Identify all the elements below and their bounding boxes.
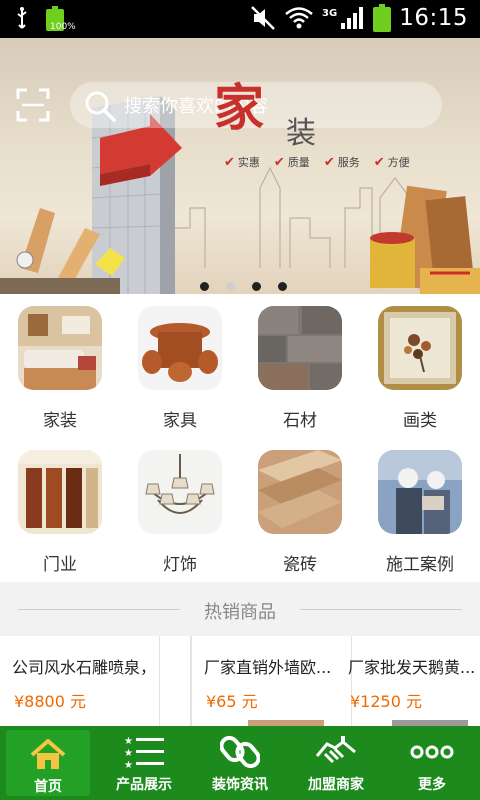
battery-percent: 100% [50,22,76,32]
product-price: ¥1250 元 [350,692,422,711]
stone-thumb [258,306,342,390]
category-label: 施工案例 [386,555,454,575]
link-icon [218,732,262,772]
search-icon [85,91,116,122]
nav-home[interactable]: 首页 [6,730,90,796]
battery-icon [373,4,392,32]
banner-headline-char1: 家 [214,78,264,137]
category-grid: 家装 家具 石材 画类 门业 灯饰 瓷砖 施工案例 [0,294,480,582]
banner-headline-char2: 装 [286,116,316,151]
check-icon: ✔ [273,154,285,170]
check-icon: ✔ [323,154,335,170]
nav-products[interactable]: ★ ★ ★ 产品展示 [96,726,192,800]
svg-text:★: ★ [124,748,133,759]
category-stone[interactable]: 石材 [240,294,360,438]
divider [190,636,192,726]
carousel-dot[interactable] [252,282,261,291]
handshake-icon [314,732,358,772]
category-label: 画类 [403,411,437,431]
product-name: 厂家批发天鹅黄... [348,658,476,677]
mute-icon [251,6,275,30]
signal-icon [341,7,364,29]
banner-tag: ✔ 质量 [273,154,310,170]
category-furniture[interactable]: 家具 [120,294,240,438]
category-label: 家装 [43,411,77,431]
carousel-dot[interactable] [278,282,287,291]
banner-tag: ✔ 方便 [373,154,410,170]
category-lighting[interactable]: 灯饰 [120,438,240,582]
nav-partners[interactable]: 加盟商家 [288,726,384,800]
category-home-decor[interactable]: 家装 [0,294,120,438]
product-price: ¥65 元 [206,692,258,711]
more-icon [410,732,454,772]
banner-tag: ✔ 服务 [323,154,360,170]
product-name: 公司风水石雕喷泉，... [12,658,154,677]
scan-icon[interactable] [16,88,50,122]
category-label: 门业 [43,555,77,575]
banner-tags: ✔ 实惠 ✔ 质量 ✔ 服务 ✔ 方便 [224,154,410,170]
category-label: 石材 [283,411,317,431]
carousel-indicator[interactable] [200,282,287,291]
category-tiles[interactable]: 瓷砖 [240,438,360,582]
check-icon: ✔ [224,154,235,170]
product-card[interactable]: 厂家批发天鹅黄... ¥1250 元 [336,636,480,726]
chandelier-thumb [138,450,222,534]
tiles-thumb [258,450,342,534]
network-type: 3G [322,7,338,19]
svg-text:★: ★ [124,760,133,770]
living-room-thumb [18,306,102,390]
category-doors[interactable]: 门业 [0,438,120,582]
usb-icon [17,7,27,29]
status-bar: 100% 3G 16:15 [0,0,480,38]
nav-news[interactable]: 装饰资讯 [192,726,288,800]
search-input[interactable] [124,93,424,119]
section-title: 热销商品 [204,602,276,623]
home-icon [26,736,70,774]
product-name: 厂家直销外墙欧... [204,658,332,677]
painting-thumb [378,306,462,390]
nav-label: 首页 [34,779,62,795]
construction-thumb [378,450,462,534]
divider [300,609,462,610]
category-paintings[interactable]: 画类 [360,294,480,438]
bottom-navigation: 首页 ★ ★ ★ 产品展示 装饰资讯 加盟商家 更多 [0,726,480,800]
check-icon: ✔ [373,154,385,170]
nav-label: 产品展示 [116,777,172,793]
clock: 16:15 [399,5,468,31]
carousel-dot[interactable] [200,282,209,291]
category-label: 家具 [163,411,197,431]
hot-products-header: 热销商品 [0,582,480,636]
wood-furniture-thumb [138,306,222,390]
nav-label: 加盟商家 [308,777,364,793]
svg-text:★: ★ [124,736,133,747]
category-construction-cases[interactable]: 施工案例 [360,438,480,582]
banner-tag: ✔ 实惠 [224,154,260,170]
nav-more[interactable]: 更多 [384,726,480,800]
product-price: ¥8800 元 [14,692,86,711]
wifi-icon [285,7,313,29]
carousel-dot-active[interactable] [226,282,235,291]
promo-banner[interactable]: 家 装 ✔实惠 ✔质量 ✔服务 ✔方便 [0,38,480,294]
category-label: 瓷砖 [283,555,317,575]
nav-label: 更多 [418,777,446,793]
category-label: 灯饰 [163,555,197,575]
product-list: 公司风水石雕喷泉，... ¥8800 元 厂家直销外墙欧... ¥65 元 厂家… [0,636,480,726]
list-icon: ★ ★ ★ [122,732,166,772]
product-card[interactable]: 厂家直销外墙欧... ¥65 元 [192,636,352,726]
product-card[interactable]: 公司风水石雕喷泉，... ¥8800 元 [0,636,160,726]
nav-label: 装饰资讯 [212,777,268,793]
doors-thumb [18,450,102,534]
